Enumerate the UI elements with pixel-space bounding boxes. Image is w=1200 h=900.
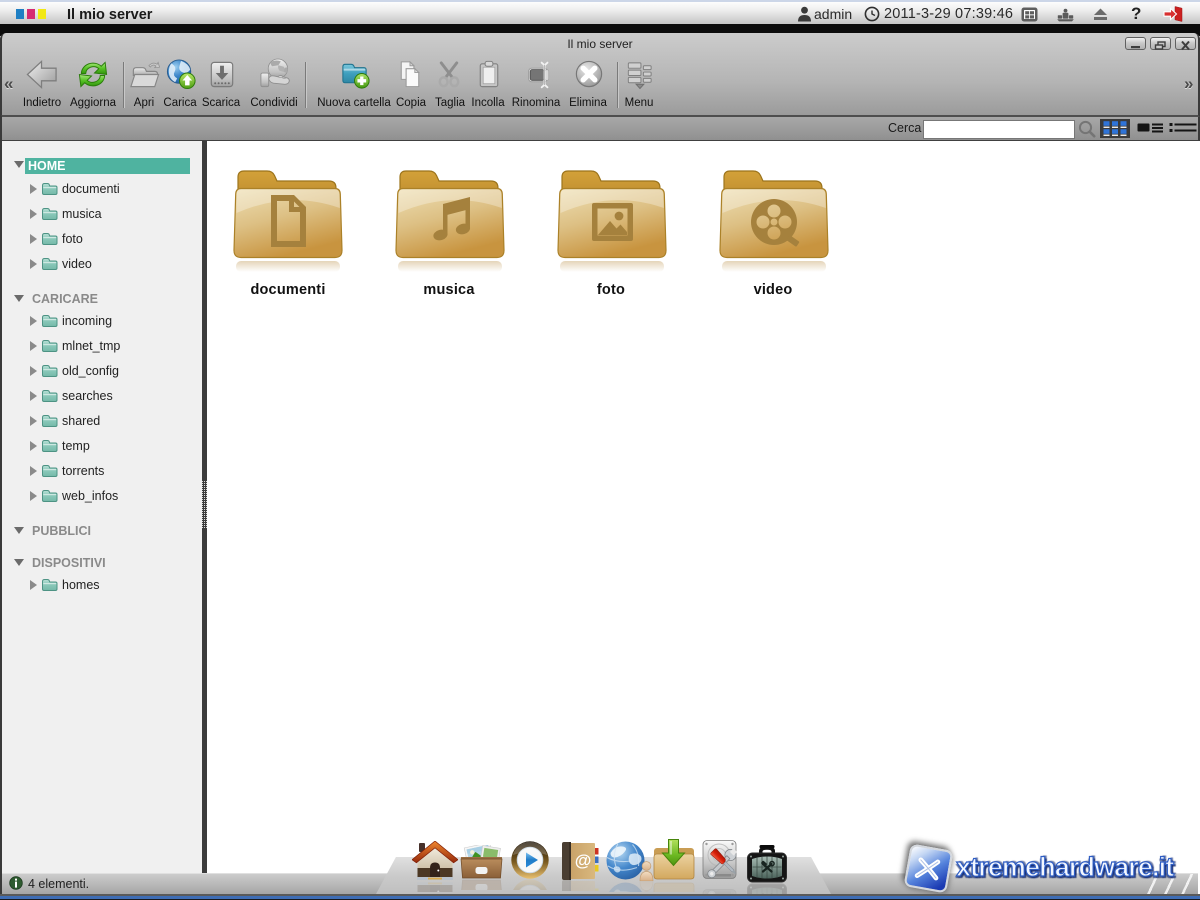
svg-text:@: @	[575, 851, 592, 870]
